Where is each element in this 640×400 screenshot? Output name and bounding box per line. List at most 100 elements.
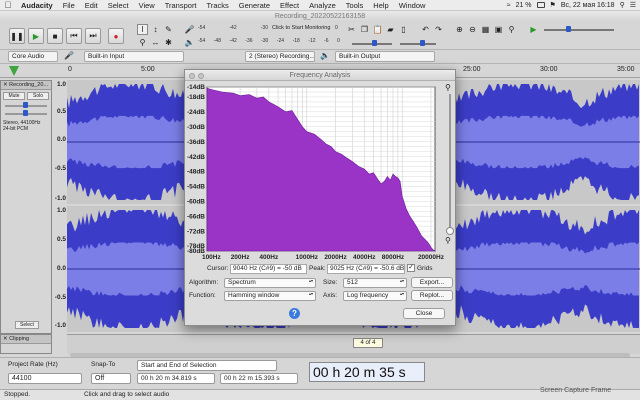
copy-button[interactable]: ❐	[359, 24, 370, 35]
selection-start-field[interactable]: 00 h 20 m 34.819 s	[137, 373, 215, 384]
size-select[interactable]: 512	[343, 278, 407, 288]
clock-text[interactable]: Вс, 22 мая 16:18	[561, 2, 615, 9]
play-at-speed-button[interactable]: ▶	[528, 24, 539, 35]
multi-tool-button[interactable]: ✱	[163, 37, 174, 48]
fit-project-button[interactable]: ▣	[493, 24, 504, 35]
play-button[interactable]: ▶	[28, 28, 44, 44]
menu-select[interactable]: Select	[103, 0, 134, 11]
record-volume-knob[interactable]	[372, 40, 377, 46]
playback-meter[interactable]: -54 -48 -42 -36 -30 -24 -18 -12 -6 0	[198, 38, 340, 46]
solo-button[interactable]: Solo	[27, 92, 49, 100]
menu-generate[interactable]: Generate	[234, 0, 275, 11]
replot-button[interactable]: Replot...	[411, 290, 453, 301]
minimize-window-icon[interactable]	[198, 73, 204, 79]
track-name-menu[interactable]: ✕ Recording_20...	[1, 81, 51, 90]
help-icon[interactable]: ?	[289, 308, 300, 319]
wifi-icon[interactable]: ≈	[507, 2, 511, 9]
record-button[interactable]: ●	[108, 28, 124, 44]
selection-mode-select[interactable]: Start and End of Selection	[137, 360, 277, 371]
silence-button[interactable]: ▯	[398, 24, 409, 35]
export-button[interactable]: Export...	[411, 277, 453, 288]
grids-checkbox[interactable]: ✓	[407, 264, 415, 272]
timeline-label: 5:00	[141, 66, 155, 73]
algorithm-select[interactable]: Spectrum	[224, 278, 316, 288]
envelope-tool-button[interactable]: ↕	[150, 24, 161, 35]
multi-tool-icon: ✱	[165, 38, 172, 47]
battery-icon[interactable]	[536, 2, 545, 8]
selection-tool-button[interactable]: I	[137, 24, 148, 35]
menu-tracks[interactable]: Tracks	[202, 0, 234, 11]
playback-volume-slider[interactable]	[400, 43, 436, 45]
menu-edit[interactable]: Edit	[80, 0, 103, 11]
clip-label[interactable]: 4 of 4	[353, 338, 383, 348]
apple-icon[interactable]: 	[0, 0, 16, 10]
menu-file[interactable]: File	[58, 0, 80, 11]
menu-tools[interactable]: Tools	[341, 0, 369, 11]
close-button[interactable]: Close	[403, 308, 445, 319]
play-speed-slider[interactable]	[544, 29, 614, 31]
paste-button[interactable]: 📋	[372, 24, 383, 35]
meter-tick: -24	[276, 38, 285, 44]
menu-view[interactable]: View	[134, 0, 160, 11]
timeshift-tool-button[interactable]: ↔	[150, 37, 161, 48]
close-window-icon[interactable]	[189, 73, 195, 79]
menu-app[interactable]: Audacity	[16, 0, 58, 11]
meter-tick: -54	[198, 38, 206, 44]
selection-end-field[interactable]: 00 h 22 m 15.393 s	[220, 373, 298, 384]
zoom-tool-button[interactable]: ⚲	[137, 37, 148, 48]
zoom-out-button[interactable]: ⊖	[467, 24, 478, 35]
audio-position-display[interactable]: 00 h 20 m 35 s	[309, 362, 425, 382]
skip-end-button[interactable]: ⏭	[85, 28, 101, 44]
pan-knob[interactable]	[23, 110, 28, 116]
meter-tick: -42	[229, 25, 237, 31]
input-device-select[interactable]: Built-in Input	[84, 51, 184, 62]
menu-transport[interactable]: Transport	[160, 0, 202, 11]
menu-list-icon[interactable]: ☰	[630, 1, 636, 9]
plot-zoom-slider[interactable]	[449, 94, 451, 234]
draw-tool-button[interactable]: ✎	[163, 24, 174, 35]
zoom-toggle-button[interactable]: ⚲	[506, 24, 517, 35]
gain-knob[interactable]	[23, 102, 28, 108]
scale-label: 1.0	[56, 81, 66, 88]
spectrum-plot: -14dB -18dB -24dB -30dB -36dB -42dB -48dB -54dB…	[187, 84, 445, 261]
stop-button[interactable]: ■	[47, 28, 63, 44]
trim-button[interactable]: ▰	[385, 24, 396, 35]
playback-volume-knob[interactable]	[420, 40, 425, 46]
cut-button[interactable]: ✂	[346, 24, 357, 35]
zoom-in-icon[interactable]: ⚲	[445, 83, 451, 92]
y-tick-label: -66dB	[187, 213, 205, 220]
label-track-name-menu[interactable]: ✕ Clipping	[1, 335, 51, 344]
play-speed-knob[interactable]	[566, 26, 571, 32]
mute-button[interactable]: Mute	[3, 92, 25, 100]
speaker-icon[interactable]: 🔈	[184, 37, 195, 48]
skip-start-button[interactable]: ⏮	[66, 28, 82, 44]
record-meter[interactable]: -54 -42 -30	[198, 25, 268, 33]
snap-to-select[interactable]: Off	[91, 373, 131, 384]
menu-help[interactable]: Help	[368, 0, 393, 11]
menu-window[interactable]: Window	[394, 0, 431, 11]
label-track-area[interactable]: 4 of 4	[67, 334, 640, 354]
monitor-label[interactable]: Click to Start Monitoring	[272, 25, 330, 31]
menu-effect[interactable]: Effect	[275, 0, 304, 11]
channels-select[interactable]: 2 (Stereo) Recording...	[245, 51, 315, 62]
y-tick-label: -14dB	[187, 84, 205, 91]
search-icon[interactable]: ⚲	[620, 1, 625, 9]
meter-tick: -6	[324, 38, 329, 44]
function-select[interactable]: Hamming window	[224, 291, 316, 301]
zoom-in-button[interactable]: ⊕	[454, 24, 465, 35]
microphone-icon[interactable]: 🎤	[184, 24, 195, 35]
flag-icon[interactable]: ⚑	[550, 1, 556, 9]
select-track-button[interactable]: Select	[15, 321, 39, 329]
fit-selection-button[interactable]: ▦	[480, 24, 491, 35]
axis-select[interactable]: Log frequency	[343, 291, 407, 301]
pause-button[interactable]: ❚❚	[9, 28, 25, 44]
output-device-select[interactable]: Built-in Output	[335, 51, 435, 62]
menu-analyze[interactable]: Analyze	[304, 0, 341, 11]
audio-host-select[interactable]: Core Audio	[8, 51, 58, 62]
project-rate-select[interactable]: 44100	[8, 373, 82, 384]
play-head-icon[interactable]	[9, 66, 19, 76]
undo-button[interactable]: ↶	[420, 24, 431, 35]
zoom-out-icon[interactable]: ⚲	[445, 236, 451, 245]
plot-zoom-knob[interactable]	[446, 227, 454, 235]
redo-button[interactable]: ↷	[433, 24, 444, 35]
